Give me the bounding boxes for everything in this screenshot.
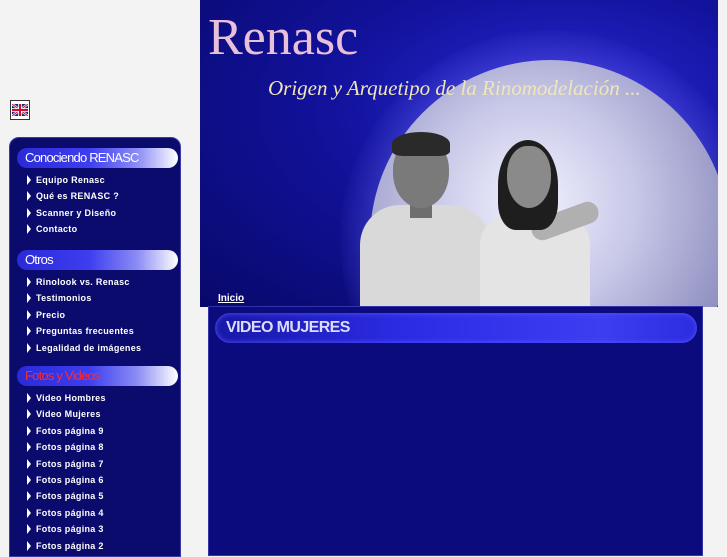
- sidebar-nav-item[interactable]: Fotos página 8: [27, 440, 104, 454]
- sidebar-nav-item[interactable]: Scanner y Diseño: [27, 206, 116, 220]
- sidebar-nav-label: Fotos página 5: [36, 491, 104, 502]
- sidebar-nav-item[interactable]: Fotos página 9: [27, 424, 104, 438]
- content-header: VIDEO MUJERES: [215, 313, 697, 343]
- sidebar-nav-label: Scanner y Diseño: [36, 207, 117, 218]
- sidebar-section-header: Otros: [17, 250, 178, 270]
- sidebar-nav-item[interactable]: Qué es RENASC ?: [27, 189, 119, 203]
- sidebar-nav-label: Legalidad de imágenes: [36, 342, 142, 353]
- sidebar-nav-label: Video Mujeres: [36, 409, 101, 420]
- sidebar-section-title: Otros: [25, 252, 54, 267]
- header-banner: Renasc Origen y Arquetipo de la Rinomode…: [200, 0, 718, 307]
- sidebar-section-header: Fotos y Videos: [17, 366, 178, 386]
- arrow-right-icon: [27, 475, 31, 485]
- sidebar-nav-item[interactable]: Fotos página 2: [27, 539, 104, 553]
- arrow-right-icon: [27, 442, 31, 453]
- arrow-right-icon: [27, 207, 31, 218]
- arrow-right-icon: [27, 293, 31, 304]
- arrow-right-icon: [27, 175, 31, 185]
- sidebar-nav-label: Testimonios: [36, 293, 92, 304]
- sidebar-nav-label: Video Hombres: [36, 393, 106, 403]
- site-subtitle: Origen y Arquetipo de la Rinomodelación …: [268, 76, 641, 100]
- man-figure: [360, 205, 490, 307]
- sidebar-nav-item[interactable]: Fotos página 3: [27, 522, 104, 536]
- page-title: VIDEO MUJERES: [226, 319, 350, 336]
- arrow-right-icon: [27, 309, 31, 320]
- sidebar-nav-label: Fotos página 6: [36, 475, 104, 485]
- sidebar-nav-label: Qué es RENASC ?: [36, 191, 120, 202]
- sidebar-nav-item[interactable]: Legalidad de imágenes: [27, 341, 141, 355]
- sidebar-nav-item[interactable]: Precio: [27, 308, 65, 322]
- sidebar-section-header: Conociendo RENASC: [17, 148, 178, 168]
- main-content: VIDEO MUJERES: [208, 306, 703, 556]
- sidebar-nav-item[interactable]: Fotos página 6: [27, 473, 104, 487]
- sidebar-nav-label: Precio: [36, 309, 66, 320]
- arrow-right-icon: [27, 393, 31, 403]
- sidebar-menu: Conociendo RENASC Equipo Renasc Qué es REN…: [9, 137, 181, 557]
- sidebar-nav-item[interactable]: Fotos página 4: [27, 506, 104, 520]
- woman-head: [507, 146, 551, 208]
- sidebar-nav-item[interactable]: Fotos página 5: [27, 489, 104, 503]
- sidebar-nav-label: Fotos página 8: [36, 442, 104, 453]
- arrow-right-icon: [27, 540, 31, 551]
- arrow-right-icon: [27, 191, 31, 202]
- arrow-right-icon: [27, 458, 31, 469]
- sidebar-nav-item[interactable]: Preguntas frecuentes: [27, 324, 134, 338]
- sidebar-nav-item[interactable]: Equipo Renasc: [27, 173, 105, 187]
- arrow-right-icon: [27, 326, 31, 337]
- breadcrumb-home-link[interactable]: Inicio: [218, 293, 244, 304]
- sidebar-nav-label: Fotos página 3: [36, 524, 104, 535]
- sidebar-nav-label: Fotos página 4: [36, 507, 104, 518]
- sidebar-nav-label: Preguntas frecuentes: [36, 326, 135, 337]
- arrow-right-icon: [27, 342, 31, 353]
- page-margin: [718, 307, 727, 545]
- sidebar-nav-label: Equipo Renasc: [36, 175, 105, 185]
- arrow-right-icon: [27, 491, 31, 502]
- sidebar-nav-item[interactable]: Video Mujeres: [27, 407, 101, 421]
- sidebar-nav-item[interactable]: Rinolook vs. Renasc: [27, 275, 130, 289]
- sidebar-nav-item[interactable]: Contacto: [27, 222, 77, 236]
- arrow-right-icon: [27, 425, 31, 436]
- arrow-right-icon: [27, 277, 31, 287]
- site-title: Renasc: [208, 9, 359, 66]
- sidebar-section-title: Fotos y Videos: [25, 368, 100, 383]
- sidebar-nav-label: Fotos página 7: [36, 458, 104, 469]
- arrow-right-icon: [27, 224, 31, 235]
- sidebar-nav-label: Fotos página 9: [36, 425, 104, 436]
- sidebar-nav-item[interactable]: Video Hombres: [27, 391, 106, 405]
- sidebar-nav-item[interactable]: Fotos página 7: [27, 457, 104, 471]
- sidebar-nav-label: Rinolook vs. Renasc: [36, 277, 130, 287]
- arrow-right-icon: [27, 409, 31, 420]
- sidebar-nav-item[interactable]: Testimonios: [27, 291, 92, 305]
- arrow-right-icon: [27, 507, 31, 518]
- sidebar-nav-label: Fotos página 2: [36, 540, 104, 551]
- arrow-right-icon: [27, 524, 31, 535]
- sidebar-nav-label: Contacto: [36, 224, 78, 235]
- sidebar-section-title: Conociendo RENASC: [25, 150, 139, 165]
- man-hair: [392, 132, 450, 156]
- uk-flag-icon[interactable]: [10, 100, 30, 120]
